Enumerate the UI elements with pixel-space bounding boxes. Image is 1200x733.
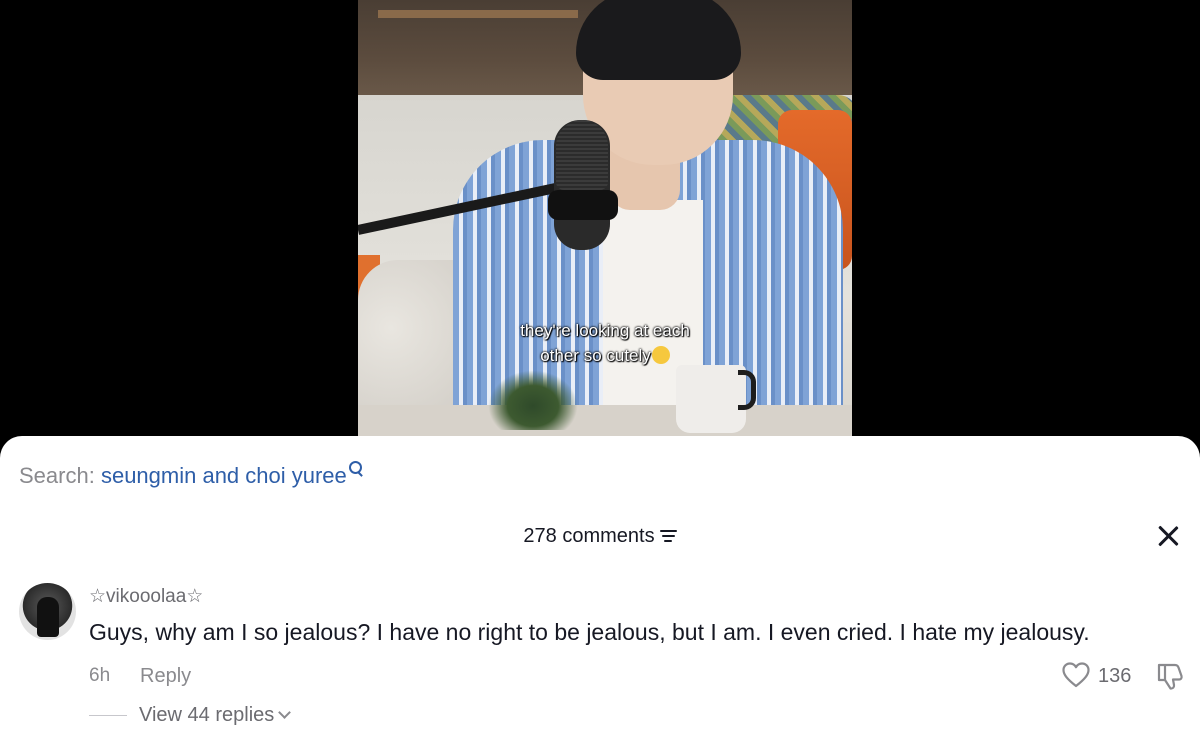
replies-divider (89, 715, 127, 716)
thumbs-down-icon[interactable] (1155, 661, 1185, 691)
heart-icon[interactable] (1062, 662, 1090, 688)
caption-line-2-text: other so cutely (540, 346, 651, 365)
avatar[interactable] (19, 583, 76, 640)
comments-sheet: Search: seungmin and choi yuree 278 comm… (0, 436, 1200, 733)
caption-line-2: other so cutely (358, 343, 852, 368)
search-suggestion[interactable]: Search: seungmin and choi yuree (19, 461, 364, 489)
person-hair (576, 0, 741, 80)
caption-line-1: they're looking at each (520, 321, 690, 340)
search-icon (348, 461, 364, 477)
mug (676, 365, 746, 433)
filter-icon[interactable] (659, 529, 677, 543)
pleading-face-emoji-icon (651, 346, 670, 364)
search-query-link[interactable]: seungmin and choi yuree (101, 463, 347, 488)
comments-count: 278 comments (523, 525, 655, 547)
table (358, 405, 852, 440)
comment-text: Guys, why am I so jealous? I have no rig… (89, 619, 1090, 645)
video-player[interactable]: they're looking at each other so cutely (358, 0, 852, 440)
mug-handle (738, 370, 756, 410)
close-icon[interactable] (1154, 522, 1182, 550)
microphone-grille (556, 120, 608, 190)
chevron-down-icon (278, 706, 292, 719)
search-label: Search: (19, 463, 95, 488)
video-caption: they're looking at each other so cutely (358, 318, 852, 368)
reply-button[interactable]: Reply (140, 665, 191, 687)
microphone-mount (548, 190, 618, 220)
view-replies-button[interactable]: View 44 replies (139, 704, 292, 726)
comment-time: 6h (89, 665, 111, 686)
comment-username[interactable]: ☆vikooolaa☆ (89, 586, 203, 608)
plant-sprig (488, 370, 578, 430)
like-count: 136 (1098, 665, 1132, 687)
comments-header: 278 comments (0, 524, 1200, 548)
view-replies-label: View 44 replies (139, 704, 275, 726)
